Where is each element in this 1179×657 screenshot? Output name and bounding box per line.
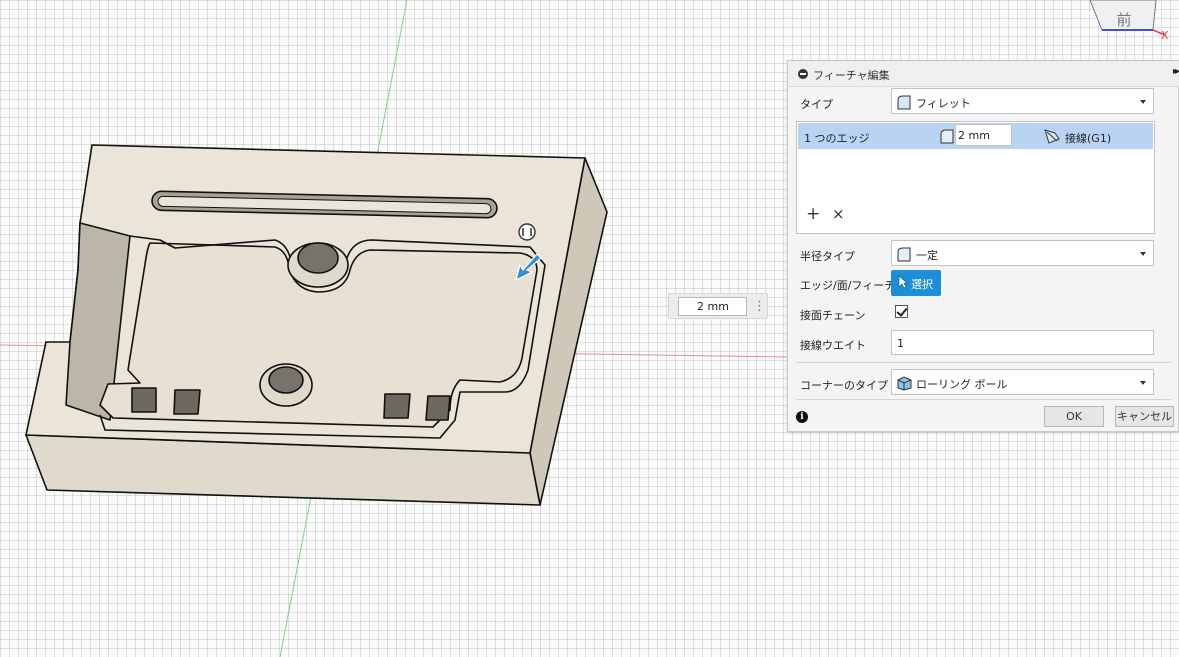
model-cutout-left [131, 387, 157, 413]
radius-icon [940, 129, 954, 144]
tangent-weight-label: 接線ウエイト [800, 339, 866, 352]
type-value: フィレット [916, 97, 971, 110]
constant-radius-icon [897, 247, 911, 262]
tangent-weight-input[interactable]: 1 [891, 330, 1154, 355]
select-button-label: 選択 [911, 278, 933, 291]
fillet-icon [897, 95, 911, 110]
rolling-ball-icon [897, 376, 912, 391]
model-cutout-left-2 [173, 389, 201, 415]
tangent-chain-label: 接面チェーン [800, 309, 866, 322]
edge-row[interactable]: 1 つのエッジ 接線(G1) [798, 123, 1153, 149]
radius-type-label: 半径タイプ [800, 250, 855, 263]
dimension-input-box: ⋮ [668, 293, 768, 319]
radius-type-value: 一定 [916, 249, 938, 262]
view-cube-axis-x: X [1161, 29, 1169, 42]
dialog-title-bar[interactable]: フィーチャ編集 ▸▸ [788, 61, 1179, 87]
model-bottom-hole [268, 366, 304, 394]
model-top-hole [297, 242, 339, 274]
corner-type-label: コーナーのタイプ [800, 379, 888, 392]
expand-icon[interactable]: ▸▸ [1173, 66, 1179, 77]
view-cube[interactable]: 前 X [1089, 0, 1169, 42]
remove-edge-button[interactable]: × [832, 206, 845, 223]
model-body[interactable] [25, 144, 608, 506]
edge-continuity[interactable]: 接線(G1) [1065, 130, 1111, 146]
edge-name: 1 つのエッジ [804, 132, 870, 145]
add-edge-button[interactable]: + [806, 206, 820, 223]
info-icon[interactable]: i [796, 411, 808, 423]
cancel-button[interactable]: キャンセル [1115, 406, 1174, 427]
chevron-down-icon [1140, 100, 1146, 104]
ok-button[interactable]: OK [1044, 406, 1104, 427]
type-label: タイプ [800, 98, 833, 111]
type-dropdown[interactable]: フィレット [891, 88, 1154, 114]
fillet-handle-icon[interactable] [518, 223, 536, 241]
fillet-radius-input[interactable] [678, 297, 747, 316]
radius-type-dropdown[interactable]: 一定 [891, 240, 1154, 266]
tangent-weight-value: 1 [897, 337, 904, 350]
cursor-arrow-icon [898, 275, 908, 289]
divider [796, 399, 1171, 400]
edge-radius-input[interactable] [955, 124, 1012, 146]
corner-type-dropdown[interactable]: ローリング ボール [891, 369, 1154, 395]
tangent-chain-checkbox[interactable] [895, 305, 908, 318]
tangent-continuity-icon [1044, 129, 1060, 144]
drag-handle-icon[interactable]: ⋮ [753, 299, 766, 315]
dialog-title: フィーチャ編集 [813, 69, 890, 82]
collapse-icon[interactable] [798, 69, 808, 79]
model-cutout-right-2 [425, 395, 451, 421]
divider [796, 362, 1171, 363]
chevron-down-icon [1140, 381, 1146, 385]
select-edges-button[interactable]: 選択 [891, 270, 941, 296]
corner-type-value: ローリング ボール [916, 378, 1008, 391]
chevron-down-icon [1140, 252, 1146, 256]
model-cutout-right [383, 393, 411, 419]
view-cube-face-label: 前 [1116, 11, 1131, 29]
edge-selection-table: 1 つのエッジ 接線(G1) + × [796, 121, 1155, 234]
edit-feature-dialog: フィーチャ編集 ▸▸ タイプ フィレット 1 つのエッジ 接線(G1) + × … [787, 60, 1179, 432]
